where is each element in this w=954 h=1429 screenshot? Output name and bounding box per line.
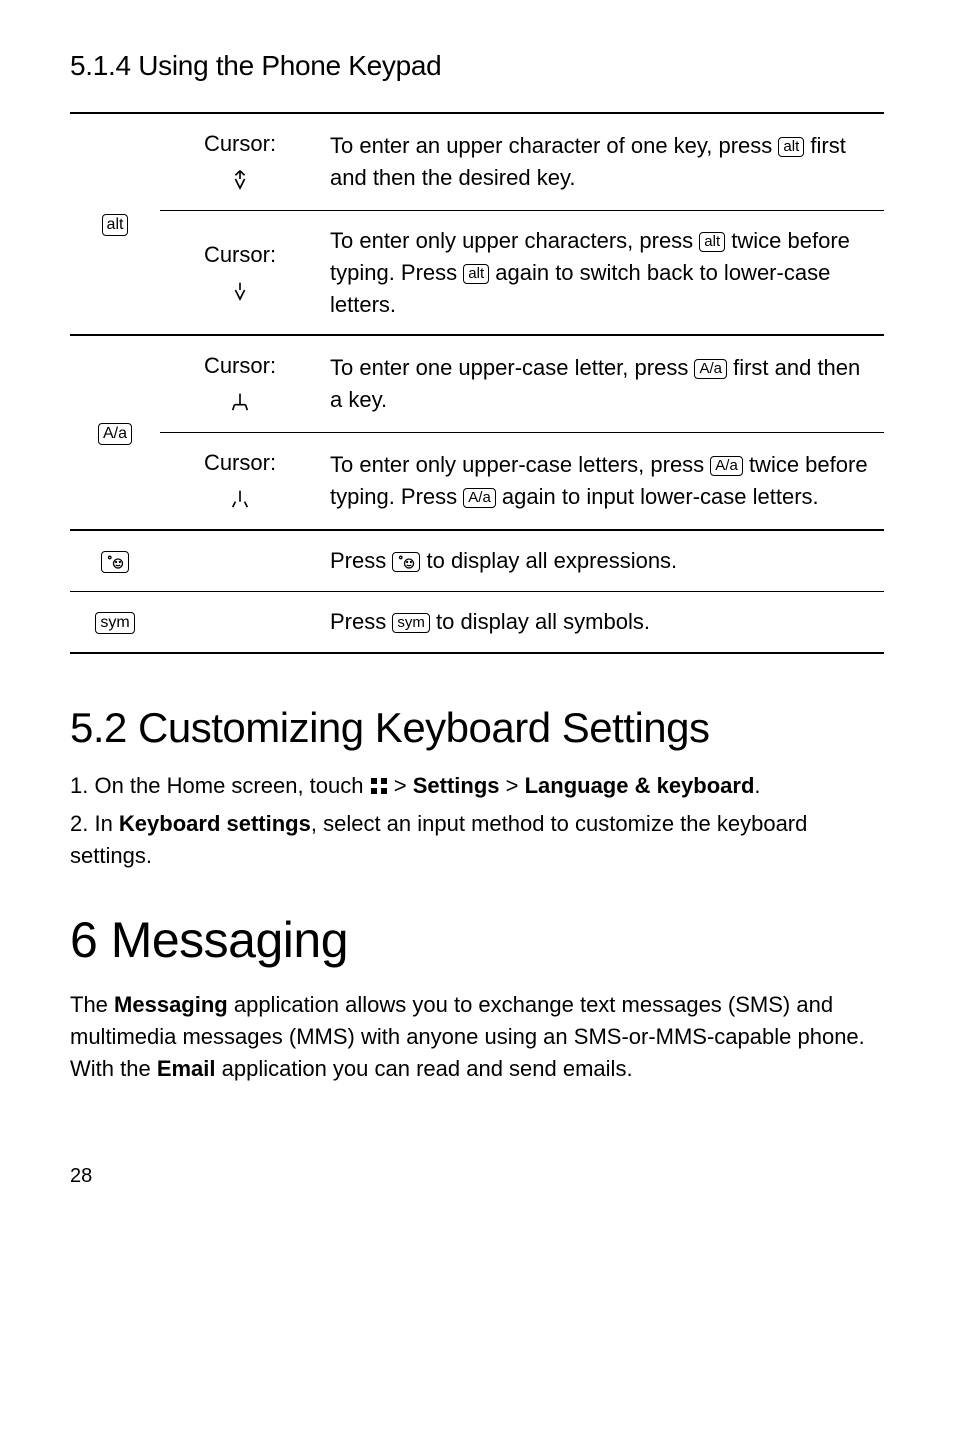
- row-text: Press: [330, 548, 392, 573]
- table-row: sym Press sym to display all symbols.: [70, 591, 884, 652]
- emoji-key-icon: [392, 552, 420, 572]
- shift-key-icon: A/a: [710, 456, 743, 476]
- table-row: Cursor: To enter only upper characters, …: [70, 210, 884, 335]
- row-text: Press: [330, 609, 392, 634]
- cursor-shift-lock-icon: [170, 275, 310, 307]
- row-text: To enter only upper characters, press: [330, 228, 699, 253]
- emoji-key-icon: [101, 551, 129, 573]
- alt-key-icon: alt: [699, 232, 725, 252]
- cursor-shift-once-icon: [170, 164, 310, 196]
- row-text: to display all expressions.: [426, 548, 677, 573]
- cursor-caps-lock-icon: [170, 483, 310, 515]
- alt-key-icon: alt: [778, 137, 804, 157]
- cursor-label: Cursor:: [170, 350, 310, 382]
- cursor-label: Cursor:: [170, 239, 310, 271]
- alt-key-icon: alt: [102, 214, 129, 236]
- chapter-intro: The Messaging application allows you to …: [70, 989, 884, 1085]
- page: 5.1.4 Using the Phone Keypad alt Cursor:…: [0, 0, 954, 1228]
- shift-key-icon: A/a: [694, 359, 727, 379]
- alt-key-icon: alt: [463, 264, 489, 284]
- apps-grid-icon: [370, 772, 388, 804]
- shift-key-icon: A/a: [98, 423, 132, 445]
- section-title: 5.2 Customizing Keyboard Settings: [70, 704, 884, 752]
- cursor-label: Cursor:: [170, 447, 310, 479]
- page-number: 28: [70, 1165, 884, 1188]
- row-text: To enter one upper-case letter, press: [330, 355, 694, 380]
- sym-key-icon: sym: [392, 613, 430, 633]
- cursor-caps-once-icon: [170, 386, 310, 418]
- table-row: Cursor: To enter only upper-case letters…: [70, 433, 884, 530]
- table-row: alt Cursor: To enter an upper character …: [70, 113, 884, 210]
- row-text: To enter an upper character of one key, …: [330, 133, 778, 158]
- shift-key-icon: A/a: [463, 488, 496, 508]
- chapter-title: 6 Messaging: [70, 911, 884, 969]
- row-text: to display all symbols.: [436, 609, 650, 634]
- step-2: 2. In Keyboard settings, select an input…: [70, 808, 884, 872]
- cursor-label: Cursor:: [170, 128, 310, 160]
- row-text: again to input lower-case letters.: [502, 484, 819, 509]
- step-1: 1. On the Home screen, touch > Settings …: [70, 770, 884, 804]
- subsection-title: 5.1.4 Using the Phone Keypad: [70, 50, 884, 82]
- keypad-table: alt Cursor: To enter an upper character …: [70, 112, 884, 654]
- row-text: To enter only upper-case letters, press: [330, 452, 710, 477]
- sym-key-icon: sym: [95, 612, 134, 634]
- table-row: Press to display all expressions.: [70, 530, 884, 591]
- table-row: A/a Cursor: To enter one upper-case lett…: [70, 335, 884, 432]
